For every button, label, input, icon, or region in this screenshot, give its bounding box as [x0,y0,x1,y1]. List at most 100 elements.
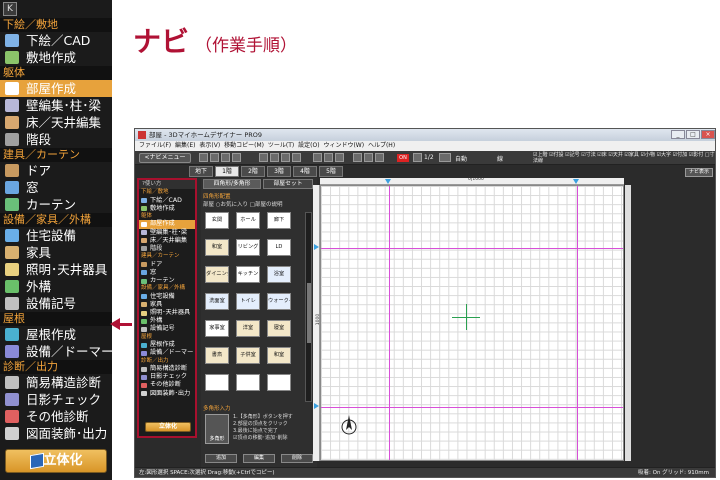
room-tile[interactable]: 洋室 [236,320,260,337]
room-tile[interactable]: 浴室 [267,266,291,283]
print-icon[interactable] [281,153,290,162]
nav-item[interactable]: 図面装飾･出力 [0,425,112,442]
nav-item[interactable]: 住宅設備 [0,227,112,244]
render-3d-button[interactable]: 立体化 [5,449,107,473]
room-tile[interactable]: 寝室 [267,320,291,337]
nav-item[interactable]: 設備記号 [0,295,112,312]
mini-nav-item[interactable]: 下絵／CAD [139,197,195,205]
nav-item[interactable]: 部屋作成 [0,80,112,97]
nav-item[interactable]: 外構 [0,278,112,295]
select-tool-icon[interactable] [199,153,208,162]
floor-tab[interactable]: 地下 [189,166,213,177]
nav-item[interactable]: 下絵／CAD [0,32,112,49]
floor-tab[interactable]: 2階 [241,166,265,177]
zoom-out-icon[interactable] [335,153,344,162]
nav-item[interactable]: 簡易構造診断 [0,374,112,391]
vertex-edit-checkbox[interactable]: ☑頂点の移動･追加･削除 [233,435,293,442]
room-tile[interactable]: ホール [236,212,260,229]
mini-nav-item[interactable]: 敷地作成 [139,205,195,213]
nav-item[interactable]: 階段 [0,131,112,148]
magnet-icon[interactable] [375,153,384,162]
maximize-button[interactable]: □ [686,130,700,139]
rotate-tool-icon[interactable] [210,153,219,162]
mini-nav-item[interactable]: 階段 [139,245,195,253]
navi-display-button[interactable]: ナビ表示 [685,168,713,177]
mini-nav-item[interactable]: 家具 [139,301,195,309]
nav-item[interactable]: 床／天井編集 [0,114,112,131]
ruler-marker-icon[interactable] [314,244,319,250]
room-tile[interactable]: 和室 [267,347,291,364]
room-tile[interactable]: 洗面室 [205,293,229,310]
polygon-button[interactable]: 多角形 [205,414,229,444]
how-to-use-button[interactable]: ?使い方 [139,180,195,189]
collapse-icon[interactable]: K [3,2,17,16]
room-tile[interactable]: 家事室 [205,320,229,337]
nav-item[interactable]: 敷地作成 [0,49,112,66]
nav-item[interactable]: 照明･天井器具 [0,261,112,278]
floor-tab[interactable]: 5階 [319,166,343,177]
copy-icon[interactable] [292,153,301,162]
pen-icon[interactable] [439,153,451,162]
room-tile[interactable]: リビング [236,239,260,256]
mini-nav-item[interactable]: カーテン [139,277,195,285]
room-tile[interactable]: トイレ [236,293,260,310]
room-tile[interactable] [236,374,260,391]
redo-icon[interactable] [232,153,241,162]
snap-on-toggle[interactable]: ON [397,154,409,162]
nav-item[interactable]: 壁編集･柱･梁 [0,97,112,114]
room-tile[interactable] [205,374,229,391]
undo-icon[interactable] [221,153,230,162]
minimize-button[interactable]: _ [671,130,685,139]
mini-nav-item[interactable]: 簡易構造診断 [139,365,195,373]
ruler-marker-icon[interactable] [314,403,319,409]
nav-item[interactable]: 家具 [0,244,112,261]
mini-nav-item[interactable]: 図面装飾･出力 [139,390,195,398]
nav-item[interactable]: カーテン [0,196,112,213]
room-tile[interactable]: LD [267,239,291,256]
room-tile[interactable]: 玄関 [205,212,229,229]
mini-nav-item[interactable]: 窓 [139,269,195,277]
palette-scrollbar[interactable] [305,212,312,402]
navi-menu-button[interactable]: <ナビメニュー [139,153,191,163]
save-icon[interactable] [270,153,279,162]
open-icon[interactable] [259,153,268,162]
mini-nav-item[interactable]: 床／天井編集 [139,237,195,245]
scroll-thumb[interactable] [307,283,311,343]
mini-render-3d-button[interactable]: 立体化 [145,422,191,432]
room-tile[interactable] [267,374,291,391]
display-checkboxes[interactable]: ☑上階 ☑付設 ☑記号 ☑寸法 ☑床 ☑天井 ☑家具 ☑小物 ☑大字 ☑付加 ☑… [533,152,715,164]
mini-nav-item[interactable]: 設備記号 [139,325,195,333]
close-button[interactable]: × [701,130,715,139]
ruler-marker-icon[interactable] [573,179,579,184]
nav-item[interactable]: ドア [0,162,112,179]
snap-icon[interactable] [364,153,373,162]
nav-item[interactable]: 日影チェック [0,391,112,408]
mini-nav-item[interactable]: 住宅設備 [139,293,195,301]
nav-item[interactable]: 屋根作成 [0,326,112,343]
delete-button[interactable]: 削除 [281,454,313,463]
palette-options[interactable]: 部屋 ○お気に入り □部屋の説明 [203,200,283,208]
line-select[interactable]: 線 [497,154,503,163]
mini-nav-item[interactable]: 部屋作成 [139,220,195,229]
room-tile[interactable]: 廊下 [267,212,291,229]
room-tile[interactable]: ウォークイン [267,293,291,310]
mini-nav-item[interactable]: 壁編集･柱･梁 [139,229,195,237]
guide-line[interactable] [321,407,623,408]
nav-item[interactable]: その他診断 [0,408,112,425]
edit-button[interactable]: 編集 [243,454,275,463]
ruler-marker-icon[interactable] [385,179,391,184]
room-tile[interactable]: 子供室 [236,347,260,364]
floor-tab[interactable]: 1階 [215,166,239,177]
zoom-in-icon[interactable] [324,153,333,162]
room-tile[interactable]: ダイニング [205,266,229,283]
tab-room-set[interactable]: 部屋セット [263,179,313,189]
menu-bar[interactable]: ファイル(F) 編集(E) 表示(V) 移動コピー(M) ツール(T) 設定(O… [135,141,715,151]
nav-item[interactable]: 窓 [0,179,112,196]
room-tile[interactable]: キッチン [236,266,260,283]
mini-nav-item[interactable]: 設備／ドーマー [139,349,195,357]
color-icon[interactable] [413,153,422,162]
floor-plan-canvas[interactable] [320,185,624,461]
zoom-fit-icon[interactable] [313,153,322,162]
tab-polygon[interactable]: 四角形/多角形 [203,179,261,189]
grid-icon[interactable] [353,153,362,162]
